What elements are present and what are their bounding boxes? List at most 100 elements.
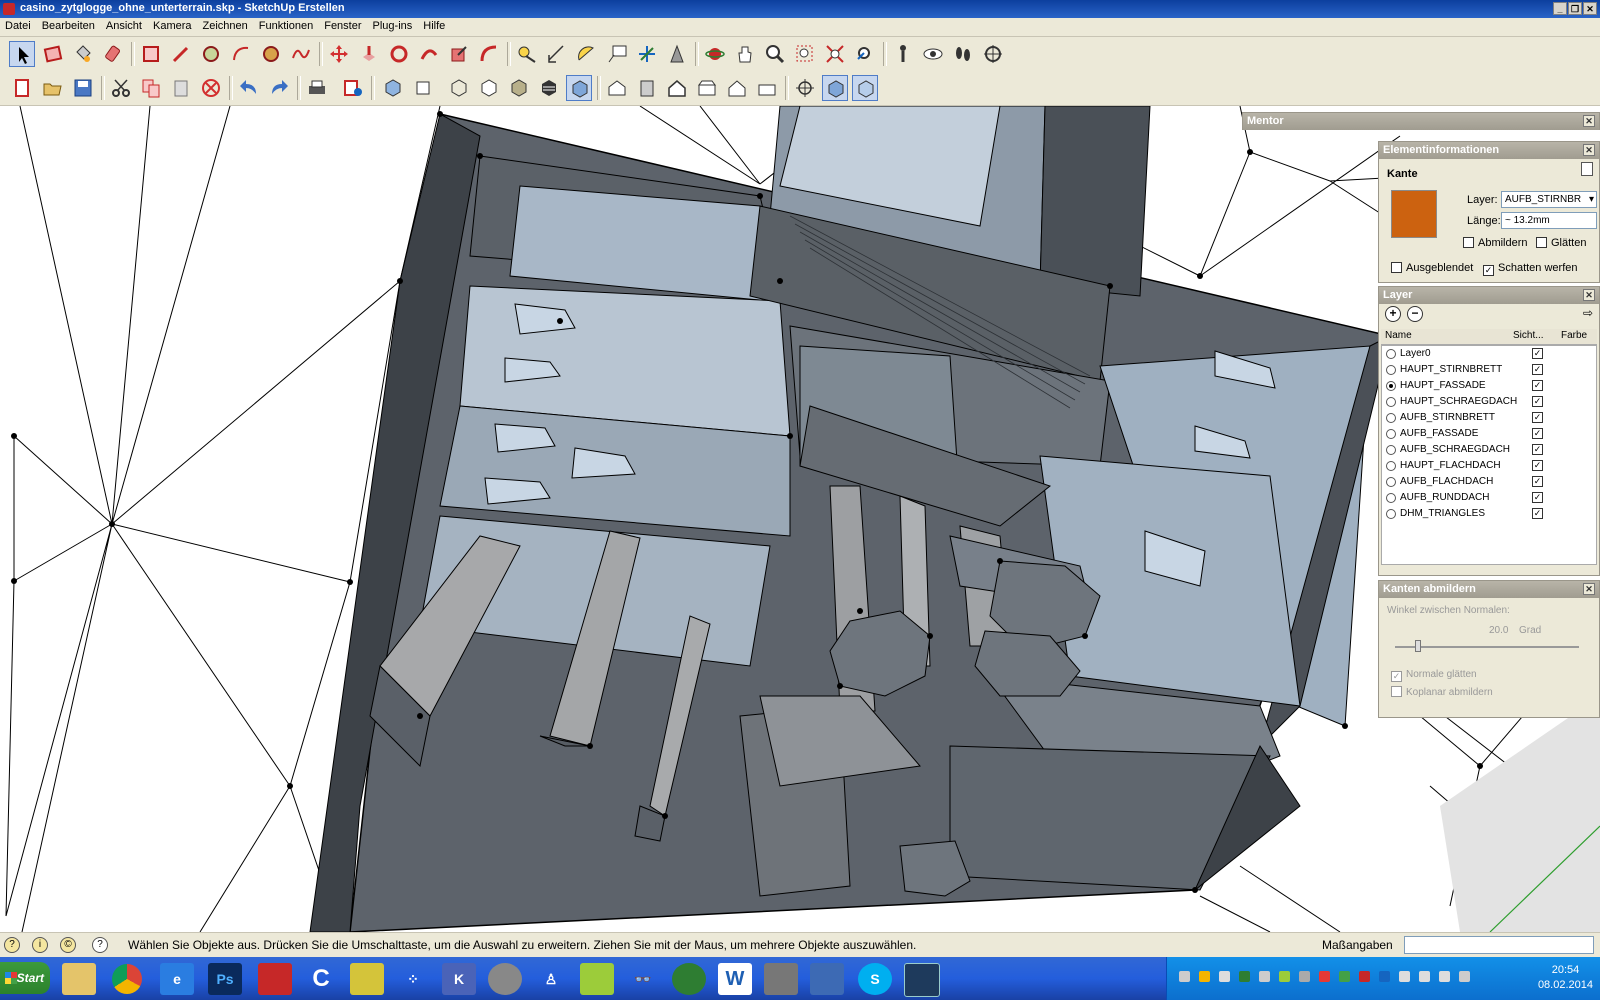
layer-row[interactable]: Layer0 xyxy=(1382,346,1596,362)
layer-visible-checkbox[interactable] xyxy=(1532,476,1543,487)
details-arrow-icon[interactable]: ⇨ xyxy=(1583,306,1593,320)
layer-row[interactable]: AUFB_RUNDDACH xyxy=(1382,490,1596,506)
iso-house-icon[interactable] xyxy=(604,75,630,101)
menu-ansicht[interactable]: Ansicht xyxy=(101,18,148,36)
layer-active-radio[interactable] xyxy=(1386,381,1396,391)
model-info-icon[interactable] xyxy=(340,75,366,101)
soften-close-icon[interactable]: ✕ xyxy=(1583,583,1595,595)
layer-name[interactable]: HAUPT_SCHRAEGDACH xyxy=(1400,394,1517,410)
explorer-icon[interactable] xyxy=(62,963,96,995)
layer-close-icon[interactable]: ✕ xyxy=(1583,289,1595,301)
layer-visible-checkbox[interactable] xyxy=(1532,428,1543,439)
add-layer-icon[interactable]: + xyxy=(1385,306,1401,322)
layer-row[interactable]: AUFB_STIRNBRETT xyxy=(1382,410,1596,426)
layer-active-radio[interactable] xyxy=(1386,349,1396,359)
material-swatch[interactable] xyxy=(1391,190,1437,238)
col-visible[interactable]: Sicht... xyxy=(1513,330,1544,341)
layer-visible-checkbox[interactable] xyxy=(1532,412,1543,423)
ausgeblendet-checkbox[interactable] xyxy=(1391,262,1402,273)
front-view-icon[interactable] xyxy=(634,75,660,101)
menu-hilfe[interactable]: Hilfe xyxy=(418,18,451,36)
start-button[interactable]: Start xyxy=(0,962,50,994)
tray-app-icon[interactable] xyxy=(1219,971,1230,982)
layer-active-radio[interactable] xyxy=(1386,445,1396,455)
perspective-icon[interactable] xyxy=(822,75,848,101)
line-pencil-icon[interactable] xyxy=(168,41,194,67)
skype-icon[interactable]: S xyxy=(858,963,892,995)
paste-icon[interactable] xyxy=(168,75,194,101)
tray-sync-icon[interactable] xyxy=(1339,971,1350,982)
rectangle-icon[interactable] xyxy=(138,41,164,67)
layer-visible-checkbox[interactable] xyxy=(1532,460,1543,471)
scale-icon[interactable] xyxy=(446,41,472,67)
layer-row[interactable]: AUFB_FLACHDACH xyxy=(1382,474,1596,490)
iso-view-icon[interactable] xyxy=(380,75,406,101)
section-plane-icon[interactable] xyxy=(980,41,1006,67)
freehand-icon[interactable] xyxy=(288,41,314,67)
mentor-close-icon[interactable]: ✕ xyxy=(1583,115,1595,127)
tray-gear-icon[interactable] xyxy=(1299,971,1310,982)
textured-icon[interactable] xyxy=(536,75,562,101)
layer-name[interactable]: AUFB_FLACHDACH xyxy=(1400,474,1493,490)
layer-active-radio[interactable] xyxy=(1386,493,1396,503)
walk-icon[interactable] xyxy=(950,41,976,67)
layer-active-radio[interactable] xyxy=(1386,509,1396,519)
layer-name[interactable]: AUFB_FASSADE xyxy=(1400,426,1478,442)
ccleaner-icon[interactable]: C xyxy=(304,963,338,995)
layer-active-radio[interactable] xyxy=(1386,477,1396,487)
app-icon-network[interactable] xyxy=(810,963,844,995)
paint-bucket-icon[interactable] xyxy=(70,41,96,67)
remove-layer-icon[interactable]: − xyxy=(1407,306,1423,322)
layer-name[interactable]: Layer0 xyxy=(1400,346,1431,362)
tray-leaf-icon[interactable] xyxy=(1279,971,1290,982)
layer-name[interactable]: AUFB_SCHRAEGDACH xyxy=(1400,442,1510,458)
layer-row[interactable]: HAUPT_SCHRAEGDACH xyxy=(1382,394,1596,410)
app-icon-glasses[interactable]: 👓 xyxy=(626,963,660,995)
minimize-button[interactable]: _ xyxy=(1553,2,1567,15)
app-icon-dots[interactable]: ⁘ xyxy=(396,963,430,995)
layer-visible-checkbox[interactable] xyxy=(1532,492,1543,503)
menu-datei[interactable]: Datei xyxy=(0,18,37,36)
normale-checkbox[interactable] xyxy=(1391,671,1402,682)
chrome-icon[interactable] xyxy=(112,964,142,994)
left-view-icon[interactable] xyxy=(724,75,750,101)
layer-active-radio[interactable] xyxy=(1386,413,1396,423)
sign-in-icon[interactable]: © xyxy=(60,937,76,953)
rotate-icon[interactable] xyxy=(386,41,412,67)
col-color[interactable]: Farbe xyxy=(1561,330,1587,341)
app-icon-globe[interactable] xyxy=(672,963,706,995)
word-icon[interactable]: W xyxy=(718,963,752,995)
app-icon-monitor[interactable] xyxy=(904,963,940,997)
shaded-icon[interactable] xyxy=(506,75,532,101)
zoom-extents-icon[interactable] xyxy=(822,41,848,67)
right-view-icon[interactable] xyxy=(664,75,690,101)
menu-bearbeiten[interactable]: Bearbeiten xyxy=(37,18,101,36)
print-icon[interactable] xyxy=(304,75,330,101)
menu-fenster[interactable]: Fenster xyxy=(319,18,367,36)
app-icon-printer[interactable] xyxy=(764,963,798,995)
tray-chrome-icon[interactable] xyxy=(1199,971,1210,982)
camera-target-icon[interactable] xyxy=(792,75,818,101)
layer-row[interactable]: AUFB_FASSADE xyxy=(1382,426,1596,442)
undo-icon[interactable] xyxy=(236,75,262,101)
tray-green-icon[interactable] xyxy=(1239,971,1250,982)
measurements-input[interactable] xyxy=(1404,936,1594,954)
geo-location-icon[interactable]: ? xyxy=(4,937,20,953)
restore-button[interactable]: ❐ xyxy=(1568,2,1582,15)
layer-name[interactable]: AUFB_RUNDDACH xyxy=(1400,490,1489,506)
delete-icon[interactable] xyxy=(198,75,224,101)
layer-name[interactable]: HAUPT_STIRNBRETT xyxy=(1400,362,1502,378)
previous-view-icon[interactable] xyxy=(852,41,878,67)
angle-slider-handle[interactable] xyxy=(1415,640,1421,652)
layer-active-radio[interactable] xyxy=(1386,429,1396,439)
text-icon[interactable] xyxy=(604,41,630,67)
save-icon[interactable] xyxy=(70,75,96,101)
app-icon-leaf[interactable] xyxy=(580,963,614,995)
layer-row[interactable]: HAUPT_FASSADE xyxy=(1382,378,1596,394)
app-icon-k[interactable]: K xyxy=(442,963,476,995)
tray-bluetooth-icon[interactable] xyxy=(1379,971,1390,982)
col-name[interactable]: Name xyxy=(1385,330,1412,341)
zoom-icon[interactable] xyxy=(762,41,788,67)
angle-slider-track[interactable] xyxy=(1395,646,1579,648)
parallel-projection-icon[interactable] xyxy=(852,75,878,101)
